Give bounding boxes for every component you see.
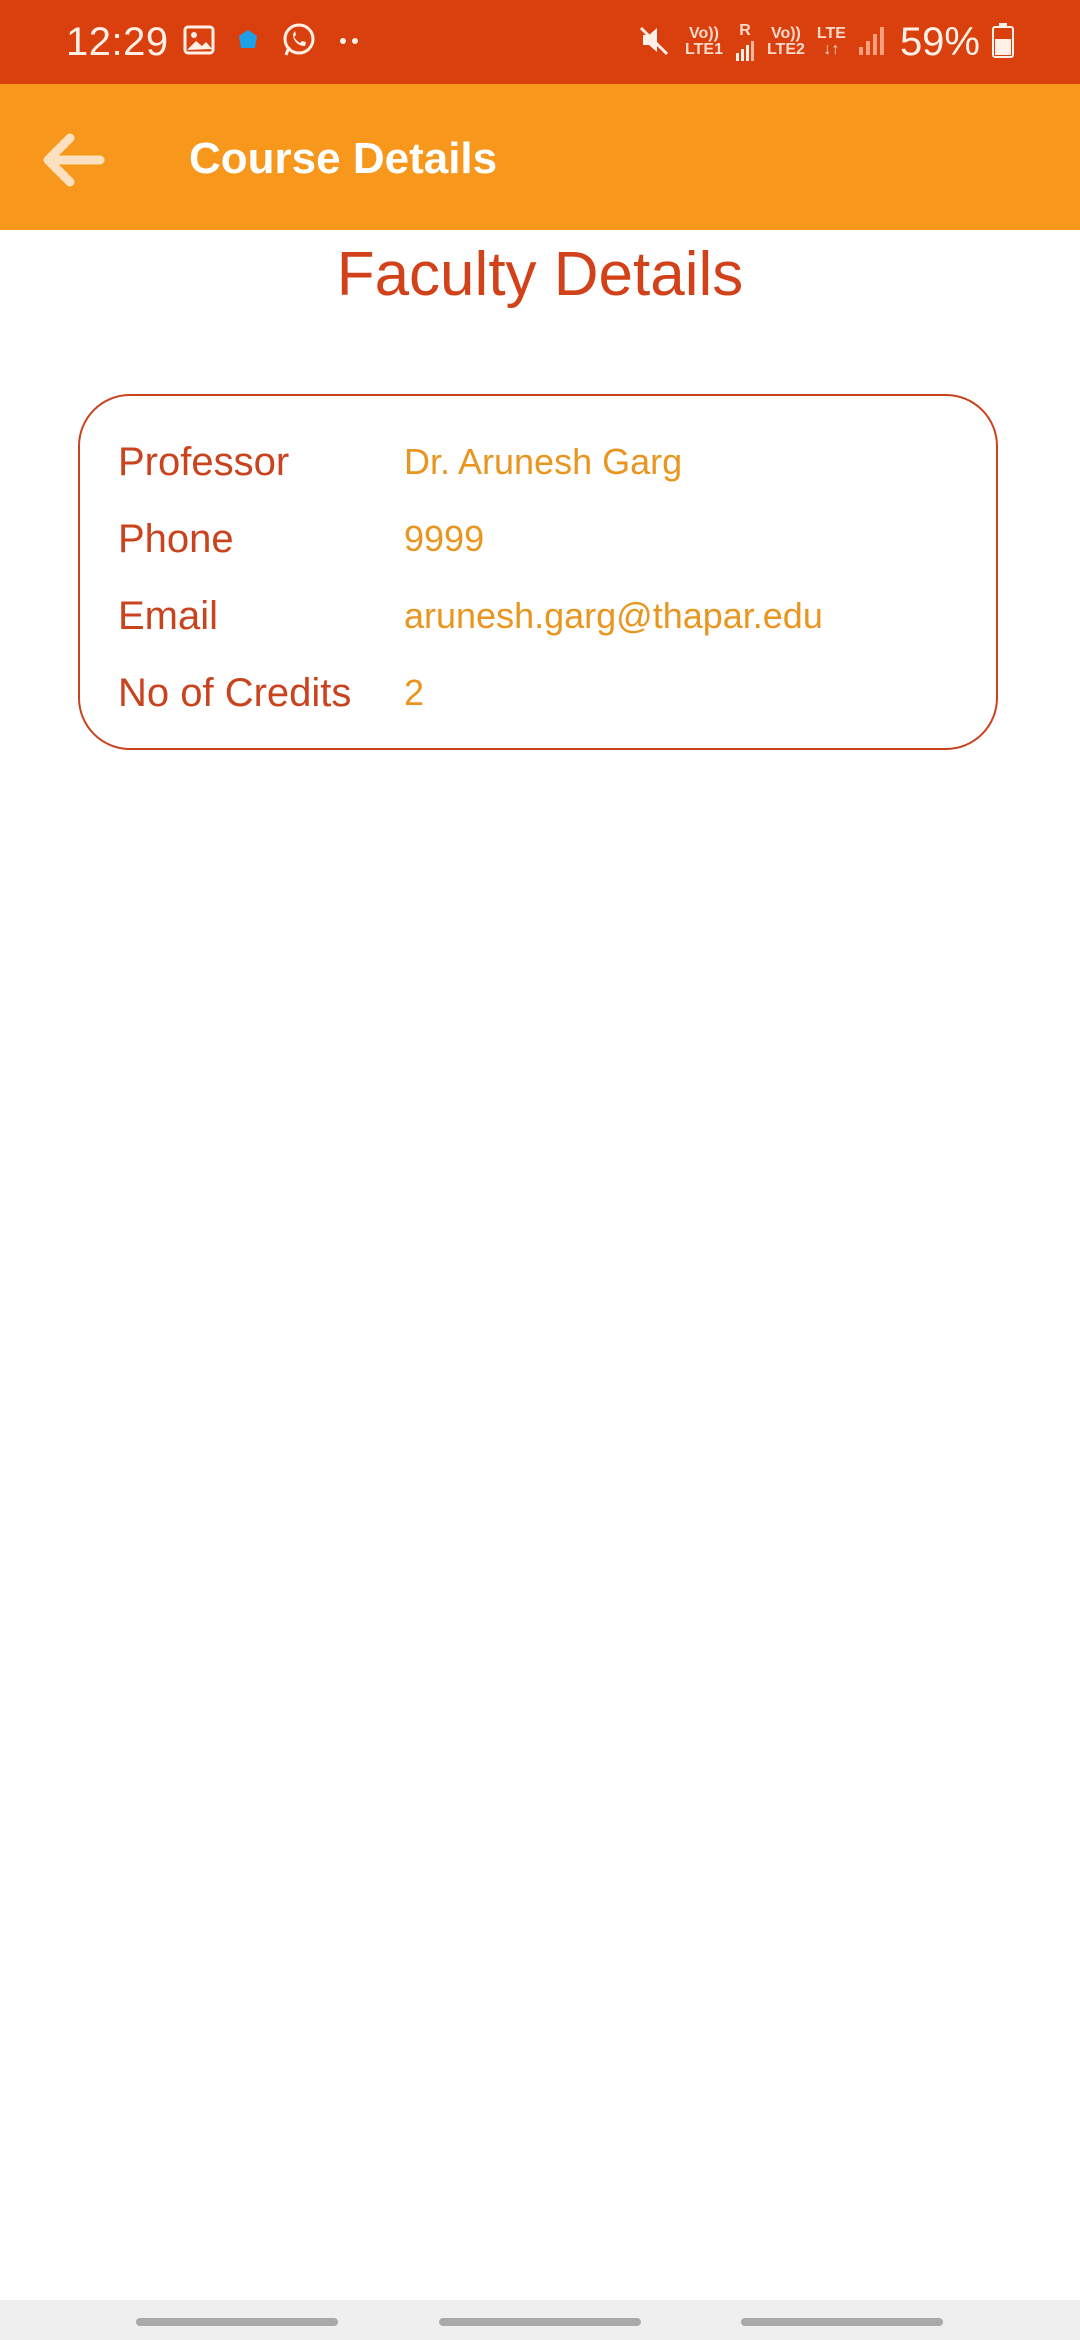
app-bar: Course Details [0, 84, 1080, 230]
screen: 12:29 Vo)) LTE1 R Vo)) LTE2 LTE ↓↑ 59% C… [0, 0, 1080, 2340]
professor-value: Dr. Arunesh Garg [404, 441, 683, 482]
email-label: Email [118, 593, 219, 638]
gallery-icon [182, 23, 216, 62]
status-bar: 12:29 Vo)) LTE1 R Vo)) LTE2 LTE ↓↑ 59% [0, 0, 1080, 84]
navigation-bar [0, 2300, 1080, 2340]
battery-icon [992, 22, 1014, 63]
phone-row: Phone 9999 [118, 509, 484, 569]
battery-percent: 59% [899, 20, 980, 64]
sim2-volte-label: Vo)) [770, 25, 801, 42]
phone-value[interactable]: 9999 [404, 518, 484, 560]
email-value[interactable]: arunesh.garg@thapar.edu [404, 595, 823, 637]
more-dots-icon [338, 33, 362, 51]
data-lte-label: LTE [816, 25, 846, 42]
sim1-volte-label: Vo)) [689, 25, 719, 42]
status-icons-right: Vo)) LTE1 R Vo)) LTE2 LTE ↓↑ 59% [637, 18, 1014, 66]
whatsapp-icon [280, 21, 318, 64]
app-title: Course Details [189, 134, 498, 183]
roaming-indicator: R [735, 23, 755, 61]
credits-value: 2 [404, 672, 425, 713]
page-heading: Faculty Details [336, 240, 744, 309]
nav-handle-center[interactable] [439, 2318, 641, 2326]
status-icons-left [182, 22, 362, 62]
back-button[interactable] [30, 120, 114, 204]
roaming-label: R [739, 22, 751, 39]
sim1-lte-label: LTE1 [685, 41, 723, 58]
phone-label: Phone [118, 516, 234, 561]
sim1-network-label: Vo)) LTE1 [685, 26, 723, 58]
notification-dot-icon [236, 28, 260, 57]
status-time: 12:29 [66, 20, 169, 64]
mute-icon [637, 22, 673, 63]
faculty-details-card: Professor Dr. Arunesh Garg Phone 9999 Em… [78, 394, 998, 750]
sim2-lte-label: LTE2 [766, 41, 805, 58]
professor-row: Professor Dr. Arunesh Garg [118, 432, 682, 492]
credits-row: No of Credits 2 [118, 663, 424, 723]
sim2-signal-icon [858, 23, 884, 62]
email-row: Email arunesh.garg@thapar.edu [118, 586, 823, 646]
credits-label: No of Credits [118, 670, 352, 715]
arrow-left-icon [36, 130, 108, 195]
data-arrows-icon: ↓↑ [823, 41, 840, 58]
nav-handle-left[interactable] [136, 2318, 338, 2326]
sim1-signal-icon [735, 41, 754, 61]
professor-label: Professor [118, 439, 290, 484]
data-indicator: LTE ↓↑ [817, 26, 846, 58]
sim2-network-label: Vo)) LTE2 [767, 26, 805, 58]
nav-handle-right[interactable] [741, 2318, 943, 2326]
